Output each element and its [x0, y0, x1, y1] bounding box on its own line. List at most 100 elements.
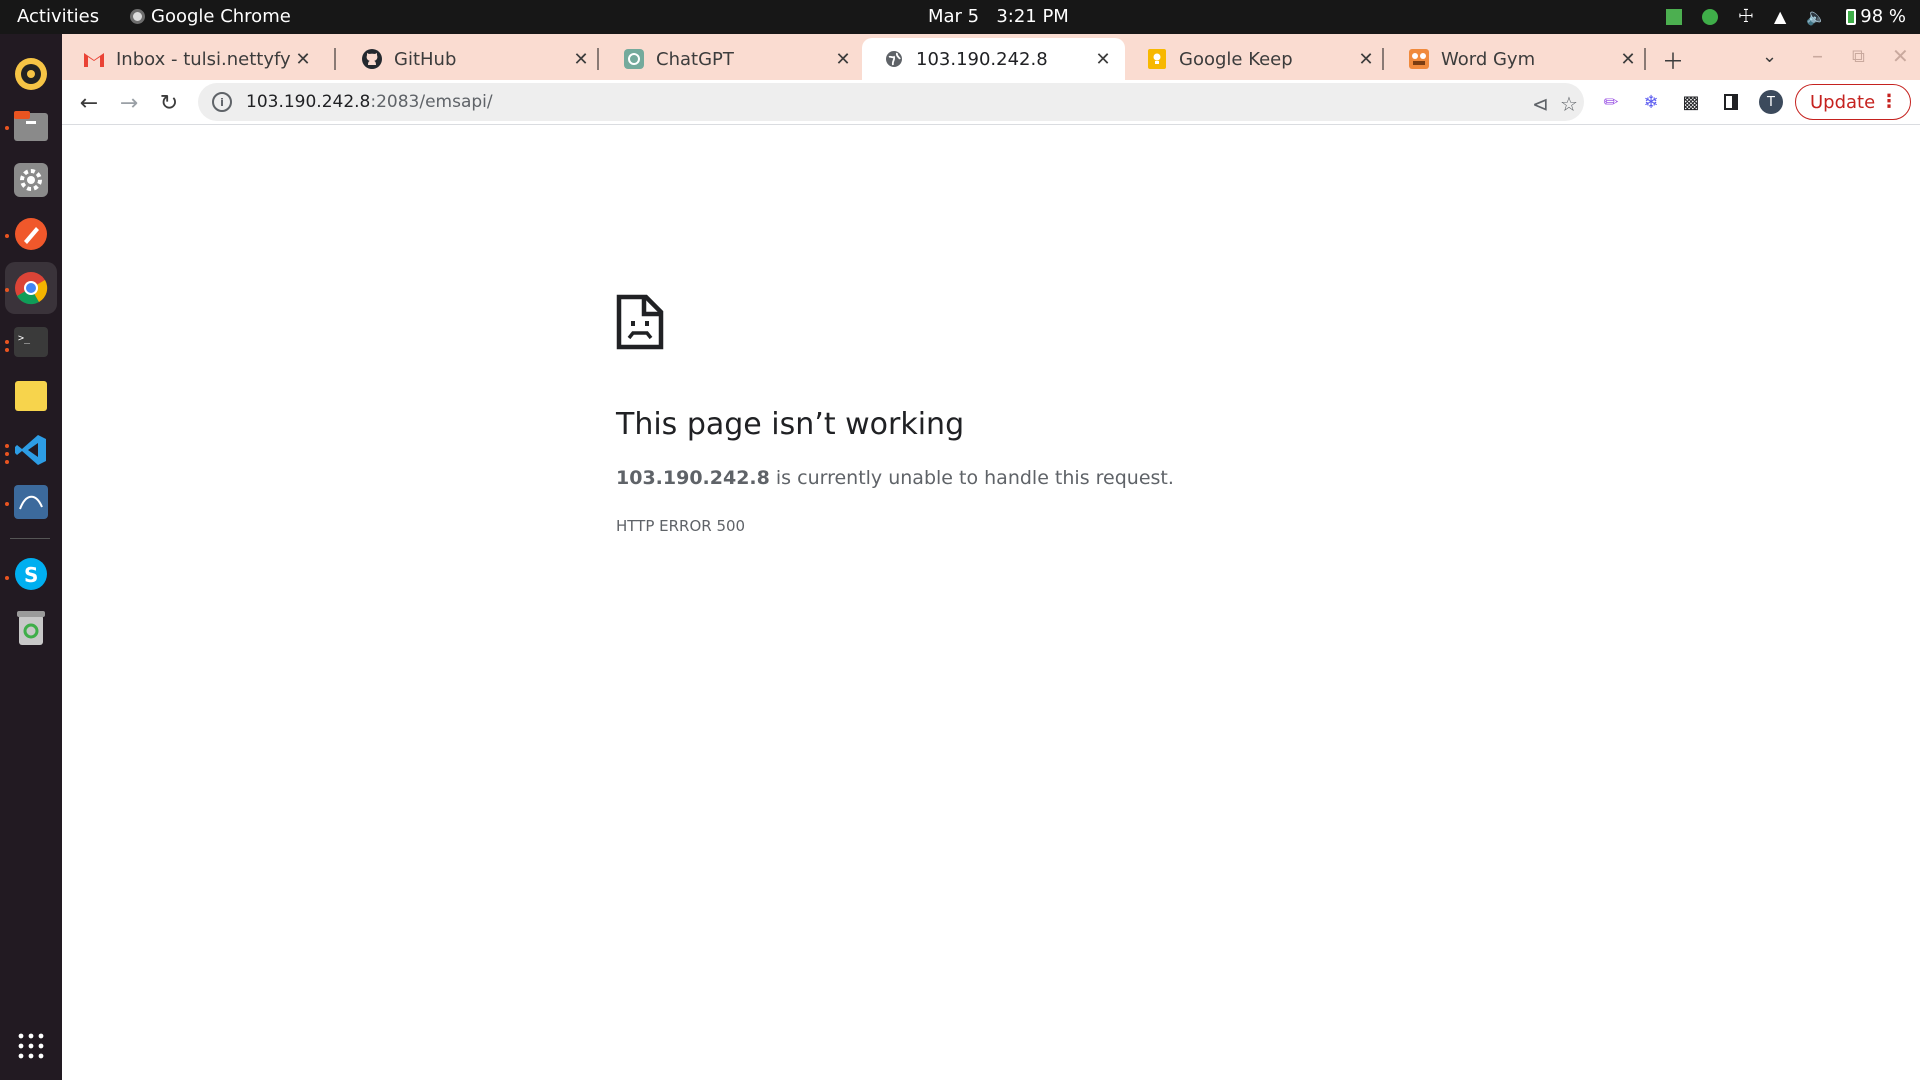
- battery-icon: [1846, 8, 1857, 25]
- close-icon[interactable]: ✕: [1354, 49, 1378, 70]
- dock-separator: [10, 538, 50, 539]
- volume-icon[interactable]: 🔈: [1806, 7, 1826, 26]
- green-app-indicator-icon[interactable]: [1701, 8, 1718, 25]
- date-label: Mar 5: [928, 6, 980, 27]
- chrome-small-icon: [130, 9, 145, 24]
- close-icon[interactable]: ✕: [569, 49, 593, 70]
- tab-title: Word Gym: [1441, 48, 1536, 70]
- tab-google-keep[interactable]: Google Keep ✕: [1125, 38, 1388, 80]
- tab-title: GitHub: [394, 48, 457, 70]
- tab-github[interactable]: GitHub ✕: [340, 38, 603, 80]
- skype-icon[interactable]: S: [11, 554, 51, 594]
- tab-chatgpt[interactable]: ChatGPT ✕: [602, 38, 865, 80]
- system-top-bar: Activities Google Chrome Mar 5 3:21 PM ☩…: [0, 0, 1920, 34]
- url-host: 103.190.242.8: [246, 92, 371, 112]
- address-bar[interactable]: i 103.190.242.8:2083/emsapi/ ⊲ ☆: [198, 83, 1584, 121]
- svg-text:S: S: [24, 563, 38, 587]
- system-tray[interactable]: ☩ ▲ 🔈 98 %: [1665, 6, 1906, 27]
- kebab-menu-icon[interactable]: ⋮: [1880, 91, 1898, 112]
- tab-separator: [1644, 48, 1646, 70]
- vscode-icon[interactable]: [11, 430, 51, 470]
- trash-icon[interactable]: [11, 608, 51, 648]
- bookmark-star-icon[interactable]: ☆: [1560, 92, 1578, 116]
- running-indicator: [5, 576, 9, 580]
- app-menu-label: Google Chrome: [151, 6, 291, 27]
- update-label: Update: [1810, 91, 1876, 113]
- side-panel-icon[interactable]: [1719, 90, 1743, 114]
- notes-icon[interactable]: [11, 376, 51, 416]
- running-indicator: [5, 126, 9, 130]
- running-indicator: [5, 234, 9, 238]
- pen-app-icon[interactable]: [11, 214, 51, 254]
- tab-active-error-page[interactable]: 103.190.242.8 ✕: [862, 38, 1125, 80]
- battery-indicator[interactable]: 98 %: [1846, 6, 1906, 27]
- files-icon[interactable]: [11, 106, 51, 146]
- dock: >_ S: [0, 34, 62, 1080]
- profile-avatar[interactable]: T: [1759, 90, 1783, 114]
- github-icon: [362, 49, 382, 69]
- maximize-icon[interactable]: ⧉: [1852, 46, 1865, 67]
- pen-extension-icon[interactable]: ✏: [1599, 90, 1623, 114]
- close-icon[interactable]: ✕: [1091, 49, 1115, 70]
- back-arrow-icon[interactable]: ←: [74, 88, 104, 118]
- sad-page-icon: [616, 294, 664, 354]
- running-indicator: [5, 502, 9, 506]
- globe-icon: [884, 49, 904, 69]
- tab-separator: [334, 48, 336, 70]
- tab-separator: [597, 48, 599, 70]
- app-menu[interactable]: Google Chrome: [130, 6, 291, 27]
- tab-word-gym[interactable]: Word Gym ✕: [1387, 38, 1650, 80]
- update-button[interactable]: Update ⋮: [1795, 84, 1911, 120]
- tab-gmail[interactable]: Inbox - tulsi.nettyfy@ ✕: [62, 38, 325, 80]
- wordgym-icon: [1409, 49, 1429, 69]
- running-indicator: [5, 340, 9, 344]
- svg-text:>_: >_: [18, 333, 31, 344]
- wifi-icon[interactable]: ▲: [1774, 7, 1786, 26]
- error-description: 103.190.242.8 is currently unable to han…: [616, 467, 1174, 489]
- error-title: This page isn’t working: [616, 407, 965, 442]
- running-indicator: [5, 348, 9, 352]
- close-icon[interactable]: ✕: [291, 49, 315, 70]
- minimize-icon[interactable]: –: [1812, 44, 1823, 69]
- activities-button[interactable]: Activities: [17, 6, 99, 27]
- forward-arrow-icon[interactable]: →: [114, 88, 144, 118]
- chrome-icon[interactable]: [11, 268, 51, 308]
- tab-title: 103.190.242.8: [916, 48, 1048, 70]
- running-indicator: [5, 444, 9, 448]
- site-info-icon[interactable]: i: [212, 92, 232, 112]
- extensions-puzzle-icon[interactable]: ▩: [1679, 90, 1703, 114]
- tab-separator: [1382, 48, 1384, 70]
- running-indicator: [5, 460, 9, 464]
- url-path: :2083/emsapi/: [370, 92, 493, 112]
- reload-icon[interactable]: ↻: [154, 88, 184, 118]
- terminal-icon[interactable]: >_: [11, 322, 51, 362]
- error-message: is currently unable to handle this reque…: [769, 467, 1174, 489]
- clock[interactable]: Mar 5 3:21 PM: [928, 6, 1069, 27]
- chatgpt-icon: [624, 49, 644, 69]
- error-page: This page isn’t working 103.190.242.8 is…: [62, 125, 1920, 1080]
- close-icon[interactable]: ✕: [1616, 49, 1640, 70]
- snowflake-extension-icon[interactable]: ❄: [1639, 90, 1663, 114]
- app-grid-icon[interactable]: [11, 1026, 51, 1066]
- running-indicator: [5, 288, 9, 292]
- tab-search-chevron-icon[interactable]: ⌄: [1762, 46, 1777, 67]
- close-icon[interactable]: ✕: [831, 49, 855, 70]
- settings-icon[interactable]: [11, 160, 51, 200]
- tab-title: Inbox - tulsi.nettyfy@: [116, 48, 291, 70]
- browser-toolbar: ← → ↻ i 103.190.242.8:2083/emsapi/ ⊲ ☆ ✏…: [62, 80, 1920, 124]
- accessibility-icon[interactable]: ☩: [1738, 6, 1754, 27]
- time-label: 3:21 PM: [996, 6, 1069, 27]
- rhythmbox-icon[interactable]: [11, 54, 51, 94]
- mysql-workbench-icon[interactable]: [11, 482, 51, 522]
- close-window-icon[interactable]: ✕: [1892, 44, 1909, 68]
- tab-title: Google Keep: [1179, 48, 1293, 70]
- tab-strip: Inbox - tulsi.nettyfy@ ✕ GitHub ✕ ChatGP…: [62, 34, 1920, 80]
- battery-percent: 98 %: [1860, 6, 1906, 27]
- error-code: HTTP ERROR 500: [616, 517, 746, 535]
- tl-indicator-icon[interactable]: [1665, 8, 1682, 25]
- new-tab-plus-icon[interactable]: ＋: [1662, 44, 1684, 76]
- running-indicator: [5, 452, 9, 456]
- gmail-icon: [84, 49, 104, 69]
- share-icon[interactable]: ⊲: [1532, 92, 1549, 116]
- error-host: 103.190.242.8: [616, 467, 770, 489]
